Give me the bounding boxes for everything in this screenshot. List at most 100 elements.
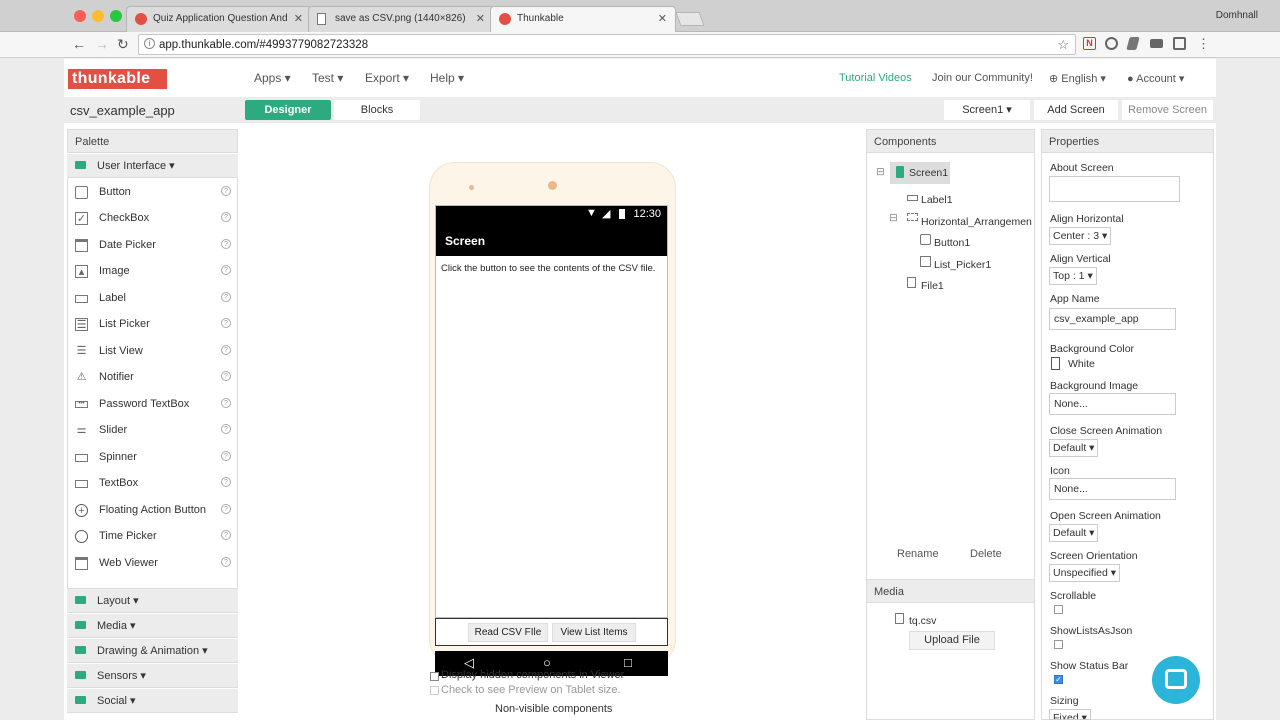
palette-item-spinner[interactable]: Spinner ? xyxy=(68,449,239,475)
minimize-window-button[interactable] xyxy=(92,10,104,22)
add-screen-button[interactable]: Add Screen xyxy=(1034,100,1118,120)
align-horizontal-select[interactable]: Center : 3 ▾ xyxy=(1049,227,1112,245)
palette-item-button[interactable]: Button ? xyxy=(68,184,239,210)
background-image-input[interactable]: None... xyxy=(1049,393,1176,415)
menu-apps[interactable]: Apps ▾ xyxy=(254,71,291,85)
screen-orientation-select[interactable]: Unspecified ▾ xyxy=(1049,564,1121,582)
menu-test[interactable]: Test ▾ xyxy=(312,71,343,85)
close-tab-icon[interactable]: ✕ xyxy=(658,12,667,25)
palette-item-label[interactable]: Label ? xyxy=(68,290,239,316)
remove-screen-button[interactable]: Remove Screen xyxy=(1122,100,1213,120)
menu-export[interactable]: Export ▾ xyxy=(365,71,409,85)
app-name-input[interactable]: csv_example_app xyxy=(1049,308,1176,330)
help-icon[interactable]: ? xyxy=(221,318,231,328)
extension-n-icon[interactable]: N xyxy=(1083,37,1096,50)
view-list-items-button[interactable]: View List Items xyxy=(552,623,636,642)
extension-book-icon[interactable] xyxy=(1126,37,1140,50)
help-icon[interactable]: ? xyxy=(221,212,231,222)
language-menu[interactable]: ⊕ English ▾ xyxy=(1049,72,1106,85)
tablet-preview-checkbox[interactable] xyxy=(430,686,439,695)
display-hidden-checkbox[interactable] xyxy=(430,672,439,681)
account-menu[interactable]: ● Account ▾ xyxy=(1127,72,1184,85)
palette-category-drawing[interactable]: Drawing & Animation ▾ xyxy=(67,639,238,663)
profile-name[interactable]: Domhnall xyxy=(1216,10,1258,21)
help-icon[interactable]: ? xyxy=(221,477,231,487)
rename-button[interactable]: Rename xyxy=(897,548,939,560)
sizing-select[interactable]: Fixed ▾ xyxy=(1049,709,1091,720)
horizontal-arrangement-preview[interactable]: Read CSV FIle View List Items xyxy=(435,618,668,646)
maximize-window-button[interactable] xyxy=(110,10,122,22)
intercom-chat-button[interactable] xyxy=(1152,656,1200,704)
align-vertical-select[interactable]: Top : 1 ▾ xyxy=(1049,267,1097,285)
palette-item-floating-action-button[interactable]: + Floating Action Button ? xyxy=(68,502,239,528)
palette-item-notifier[interactable]: ⚠ Notifier ? xyxy=(68,369,239,395)
extension-mail-icon[interactable] xyxy=(1150,39,1163,48)
designer-tab[interactable]: Designer xyxy=(245,100,331,120)
palette-item-image[interactable]: ▴ Image ? xyxy=(68,263,239,289)
read-csv-button[interactable]: Read CSV FIle xyxy=(468,623,548,642)
scrollable-checkbox[interactable] xyxy=(1054,605,1063,614)
close-tab-icon[interactable]: ✕ xyxy=(294,12,303,25)
help-icon[interactable]: ? xyxy=(221,530,231,540)
forward-arrow-icon[interactable]: → xyxy=(95,36,109,52)
thunkable-logo[interactable]: thunkable xyxy=(68,69,167,89)
address-bar[interactable]: i app.thunkable.com/#4993779082723328 ☆ xyxy=(138,34,1076,55)
help-icon[interactable]: ? xyxy=(221,265,231,275)
help-icon[interactable]: ? xyxy=(221,239,231,249)
menu-help[interactable]: Help ▾ xyxy=(430,71,464,85)
open-animation-select[interactable]: Default ▾ xyxy=(1049,524,1099,542)
palette-item-date-picker[interactable]: Date Picker ? xyxy=(68,237,239,263)
close-tab-icon[interactable]: ✕ xyxy=(476,12,485,25)
help-icon[interactable]: ? xyxy=(221,345,231,355)
reload-icon[interactable]: ↻ xyxy=(117,36,129,53)
collapse-arrangement-icon[interactable]: ⊟ xyxy=(889,212,898,224)
about-screen-textarea[interactable] xyxy=(1049,176,1180,202)
collapse-screen1-icon[interactable]: ⊟ xyxy=(876,166,885,178)
upload-file-button[interactable]: Upload File xyxy=(909,631,995,650)
join-community-link[interactable]: Join our Community! xyxy=(932,72,1033,84)
label1-preview[interactable]: Click the button to see the contents of … xyxy=(441,263,655,274)
tutorial-videos-link[interactable]: Tutorial Videos xyxy=(839,72,912,84)
help-icon[interactable]: ? xyxy=(221,186,231,196)
delete-button[interactable]: Delete xyxy=(970,548,1002,560)
palette-category-user-interface[interactable]: User Interface ▾ xyxy=(67,154,238,178)
phone-screen[interactable]: ▼ ◢ 12:30 Screen Click the button to see… xyxy=(435,205,668,618)
show-status-bar-checkbox[interactable]: ✓ xyxy=(1054,675,1063,684)
palette-item-slider[interactable]: ⚌ Slider ? xyxy=(68,422,239,448)
help-icon[interactable]: ? xyxy=(221,451,231,461)
screen-select[interactable]: Screen1 ▾ xyxy=(944,100,1030,120)
browser-tab-csv[interactable]: save as CSV.png (1440×826) ✕ xyxy=(308,6,494,32)
background-color-value[interactable]: White xyxy=(1068,358,1095,370)
browser-tab-thunkable[interactable]: Thunkable ✕ xyxy=(490,6,676,32)
palette-item-list-view[interactable]: ☰ List View ? xyxy=(68,343,239,369)
color-swatch-icon[interactable] xyxy=(1051,357,1060,370)
palette-category-social[interactable]: Social ▾ xyxy=(67,689,238,713)
extension-circle-icon[interactable] xyxy=(1105,37,1118,50)
palette-item-checkbox[interactable]: ✓ CheckBox ? xyxy=(68,210,239,236)
back-arrow-icon[interactable]: ← xyxy=(72,36,86,52)
close-animation-select[interactable]: Default ▾ xyxy=(1049,439,1099,457)
close-window-button[interactable] xyxy=(74,10,86,22)
palette-item-textbox[interactable]: TextBox ? xyxy=(68,475,239,501)
palette-item-list-picker[interactable]: ☰ List Picker ? xyxy=(68,316,239,342)
info-icon[interactable]: i xyxy=(144,38,155,49)
media-file[interactable]: tq.csv xyxy=(909,615,936,627)
help-icon[interactable]: ? xyxy=(221,292,231,302)
help-icon[interactable]: ? xyxy=(221,371,231,381)
icon-input[interactable]: None... xyxy=(1049,478,1176,500)
palette-category-media[interactable]: Media ▾ xyxy=(67,614,238,638)
palette-item-password-textbox[interactable]: ••• Password TextBox ? xyxy=(68,396,239,422)
help-icon[interactable]: ? xyxy=(221,424,231,434)
browser-tab-quiz[interactable]: Quiz Application Question And ✕ xyxy=(126,6,312,32)
bookmark-star-icon[interactable]: ☆ xyxy=(1057,37,1069,53)
palette-category-layout[interactable]: Layout ▾ xyxy=(67,589,238,613)
blocks-tab[interactable]: Blocks xyxy=(334,100,420,120)
extension-shield-icon[interactable] xyxy=(1173,37,1186,50)
help-icon[interactable]: ? xyxy=(221,398,231,408)
help-icon[interactable]: ? xyxy=(221,557,231,567)
show-lists-checkbox[interactable] xyxy=(1054,640,1063,649)
tree-item-screen1[interactable]: Screen1 xyxy=(890,162,950,184)
palette-category-sensors[interactable]: Sensors ▾ xyxy=(67,664,238,688)
palette-item-web-viewer[interactable]: Web Viewer ? xyxy=(68,555,239,581)
new-tab-button[interactable] xyxy=(675,12,705,26)
